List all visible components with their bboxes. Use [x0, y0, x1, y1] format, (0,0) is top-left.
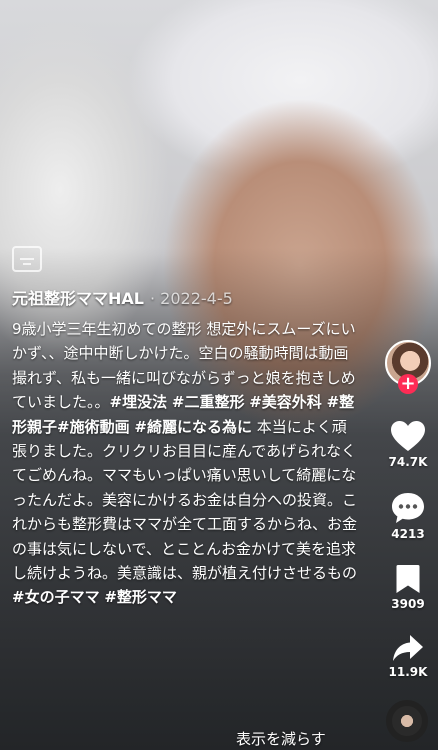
see-less-link[interactable]: 表示を減らす [236, 728, 326, 749]
like-button[interactable]: 74.7K [388, 420, 428, 469]
hashtag-link[interactable]: #施術動画 [57, 418, 130, 436]
share-button[interactable]: 11.9K [388, 633, 428, 679]
hashtag-link[interactable]: #二重整形 [172, 393, 245, 411]
action-rail: + 74.7K 4213 3909 11.9K [382, 340, 434, 679]
video-info: 元祖整形ママHAL · 2022-4-5 9歳小学三年生初めての整形 想定外にスム… [12, 285, 357, 610]
hashtag-link[interactable]: #美容外科 [249, 393, 322, 411]
hashtag-link[interactable]: #整形ママ [104, 588, 177, 606]
follow-button[interactable]: + [398, 374, 418, 394]
description: 9歳小学三年生初めての整形 想定外にスムーズにいかず、、途中中断しかけた。空白の… [12, 317, 357, 610]
author-name[interactable]: 元祖整形ママHAL [12, 289, 144, 308]
hashtag-link[interactable]: #綺麗になる為に [134, 418, 252, 436]
hashtag-link[interactable]: #埋没法 [110, 393, 168, 411]
heart-icon [391, 421, 425, 451]
save-button[interactable]: 3909 [391, 563, 425, 611]
author-line: 元祖整形ママHAL · 2022-4-5 [12, 285, 357, 309]
comment-count: 4213 [391, 527, 425, 541]
like-count: 74.7K [388, 455, 428, 469]
bookmark-icon [396, 565, 420, 593]
hashtag-link[interactable]: #女の子ママ [12, 588, 100, 606]
share-count: 11.9K [388, 665, 428, 679]
comment-button[interactable]: 4213 [390, 491, 426, 541]
comment-bubble-icon [392, 493, 424, 523]
sound-disc-icon[interactable] [386, 700, 428, 742]
share-arrow-icon [393, 635, 423, 661]
description-text: 本当によく頑張りました。クリクリお目目に産んであげられなくてごめんね。ママもいっ… [12, 417, 358, 583]
save-count: 3909 [391, 597, 425, 611]
captions-icon[interactable] [12, 246, 42, 272]
creator-avatar[interactable]: + [385, 340, 431, 394]
post-date: · 2022-4-5 [149, 289, 233, 308]
